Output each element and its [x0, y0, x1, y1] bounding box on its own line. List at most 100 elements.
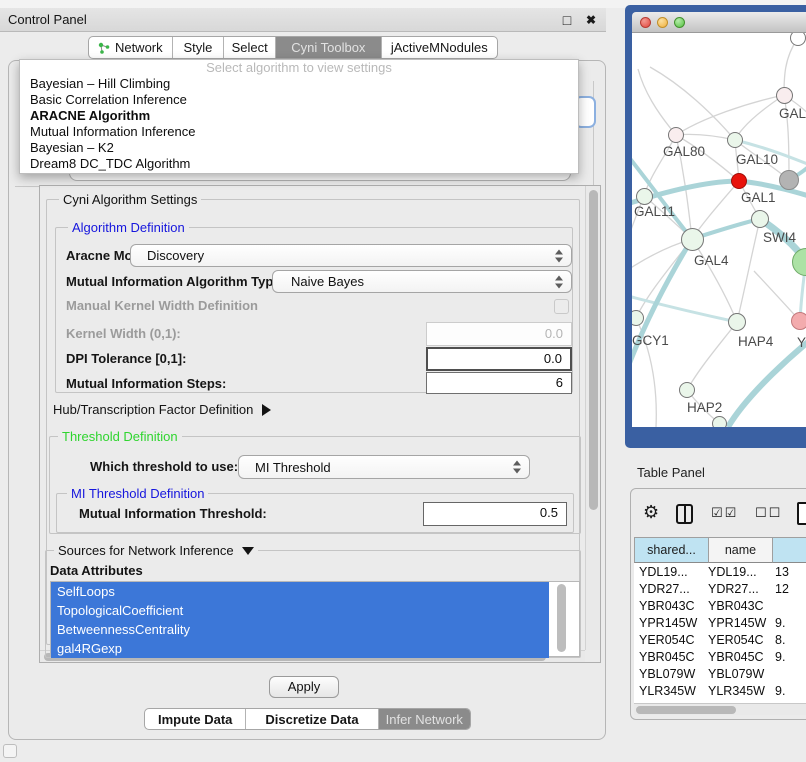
- table-cell[interactable]: YDR27...: [634, 582, 708, 596]
- list-item[interactable]: gal4RGexp: [51, 639, 549, 658]
- tab-style[interactable]: Style: [173, 37, 225, 58]
- table-row[interactable]: YLR345W YLR345W 9.: [634, 682, 806, 699]
- minimize-traffic-light-icon[interactable]: [657, 17, 668, 28]
- dpi-tolerance-field[interactable]: 0.0: [426, 347, 572, 371]
- network-node[interactable]: [679, 382, 695, 398]
- network-node[interactable]: [712, 416, 727, 427]
- table-cell[interactable]: YLR345W: [708, 684, 772, 698]
- column-header[interactable]: [773, 537, 806, 563]
- which-threshold-combobox[interactable]: MI Threshold: [238, 455, 530, 479]
- table-cell[interactable]: 9.: [772, 684, 785, 698]
- network-node[interactable]: [728, 313, 746, 331]
- table-cell[interactable]: YBL079W: [634, 667, 708, 681]
- table-row[interactable]: YDL19... YDL19... 13: [634, 563, 806, 580]
- column-header[interactable]: shared...: [634, 537, 709, 563]
- float-window-icon[interactable]: □: [559, 8, 575, 32]
- list-item[interactable]: TopologicalCoefficient: [51, 601, 549, 620]
- split-view-icon[interactable]: [676, 504, 693, 524]
- tab-network[interactable]: Network: [89, 37, 173, 58]
- table-cell[interactable]: 12: [772, 582, 789, 596]
- table-horizontal-scrollbar[interactable]: [634, 703, 806, 715]
- table-row[interactable]: YBR045C YBR045C 9.: [634, 648, 806, 665]
- vertical-scrollbar-thumb[interactable]: [589, 190, 598, 510]
- sources-title: Sources for Network Inference: [58, 543, 234, 558]
- network-canvas[interactable]: GAL GAL80 GAL10 GAL1 GAL11 SWI4 GAL4 GCY…: [632, 33, 806, 427]
- table-row[interactable]: YDR27... YDR27... 12: [634, 580, 806, 597]
- dropdown-item[interactable]: Dream8 DC_TDC Algorithm: [20, 156, 578, 172]
- deselect-all-checkboxes-icon[interactable]: ☐☐: [755, 506, 782, 521]
- table-horizontal-scrollbar-thumb[interactable]: [636, 706, 736, 714]
- table-cell[interactable]: YDL19...: [634, 565, 708, 579]
- close-window-icon[interactable]: ✖: [583, 8, 599, 32]
- tab-select[interactable]: Select: [224, 37, 276, 58]
- table-row[interactable]: YER054C YER054C 8.: [634, 631, 806, 648]
- table-cell[interactable]: 8.: [772, 633, 785, 647]
- network-node[interactable]: [636, 188, 653, 205]
- network-node[interactable]: [751, 210, 769, 228]
- expand-right-icon[interactable]: [262, 404, 271, 416]
- manual-kernel-width-checkbox[interactable]: [554, 299, 569, 314]
- list-item[interactable]: BetweennessCentrality: [51, 620, 549, 639]
- column-header[interactable]: name: [709, 537, 773, 563]
- table-cell[interactable]: 13: [772, 565, 789, 579]
- table-cell[interactable]: YPR145W: [708, 616, 772, 630]
- table-cell[interactable]: YER054C: [708, 633, 772, 647]
- combobox-value: MI Threshold: [255, 456, 331, 478]
- dropdown-item[interactable]: Bayesian – Hill Climbing: [20, 76, 578, 92]
- tab-discretize-data[interactable]: Discretize Data: [246, 709, 378, 729]
- list-scrollbar-thumb[interactable]: [557, 584, 566, 652]
- kernel-width-field[interactable]: 0.0: [426, 322, 572, 346]
- network-node[interactable]: [779, 170, 799, 190]
- table-row[interactable]: YBR043C YBR043C: [634, 597, 806, 614]
- network-node[interactable]: [727, 132, 743, 148]
- vertical-scrollbar[interactable]: [585, 186, 600, 650]
- table-cell[interactable]: YBR045C: [634, 650, 708, 664]
- network-node[interactable]: [791, 312, 806, 330]
- dropdown-item[interactable]: Bayesian – K2: [20, 140, 578, 156]
- table-row[interactable]: YPR145W YPR145W 9.: [634, 614, 806, 631]
- tab-impute-data[interactable]: Impute Data: [145, 709, 246, 729]
- document-icon[interactable]: [797, 502, 806, 525]
- network-window-titlebar[interactable]: [632, 12, 806, 33]
- dropdown-item[interactable]: Basic Correlation Inference: [20, 92, 578, 108]
- table-row[interactable]: YBL079W YBL079W: [634, 665, 806, 682]
- hub-definition-row[interactable]: Hub/Transcription Factor Definition: [53, 402, 271, 418]
- mi-steps-field[interactable]: 6: [426, 372, 572, 394]
- network-node[interactable]: [731, 173, 747, 189]
- table-cell[interactable]: YDL19...: [708, 565, 772, 579]
- mi-threshold-field[interactable]: 0.5: [423, 502, 567, 526]
- table-cell[interactable]: YBR043C: [634, 599, 708, 613]
- threshold-definition-group: Threshold Definition Which threshold to …: [49, 436, 581, 534]
- network-node[interactable]: [668, 127, 684, 143]
- dropdown-item[interactable]: Mutual Information Inference: [20, 124, 578, 140]
- table-cell[interactable]: YBR043C: [708, 599, 772, 613]
- aracne-mode-combobox[interactable]: Discovery: [130, 244, 572, 267]
- close-traffic-light-icon[interactable]: [640, 17, 651, 28]
- tab-cyni-toolbox[interactable]: Cyni Toolbox: [276, 37, 381, 58]
- network-view-window[interactable]: GAL GAL80 GAL10 GAL1 GAL11 SWI4 GAL4 GCY…: [625, 5, 806, 448]
- tab-jactivemnodules[interactable]: jActiveMNodules: [382, 37, 497, 58]
- table-cell[interactable]: 9.: [772, 650, 785, 664]
- table-cell[interactable]: YDR27...: [708, 582, 772, 596]
- table-cell[interactable]: YER054C: [634, 633, 708, 647]
- collapse-down-icon[interactable]: [242, 547, 254, 555]
- sources-title-row[interactable]: Sources for Network Inference: [54, 543, 258, 558]
- apply-button[interactable]: Apply: [269, 676, 339, 698]
- table-cell[interactable]: 9.: [772, 616, 785, 630]
- select-all-checkboxes-icon[interactable]: ☑☑: [711, 506, 738, 521]
- dropdown-item-selected[interactable]: ARACNE Algorithm: [20, 108, 578, 124]
- zoom-traffic-light-icon[interactable]: [674, 17, 685, 28]
- tab-infer-network[interactable]: Infer Network: [379, 709, 470, 729]
- network-node[interactable]: [681, 228, 704, 251]
- mi-algorithm-type-combobox[interactable]: Naive Bayes: [272, 270, 572, 293]
- minimized-panel-icon[interactable]: [3, 744, 17, 758]
- table-cell[interactable]: YBR045C: [708, 650, 772, 664]
- table-cell[interactable]: YLR345W: [634, 684, 708, 698]
- gear-icon[interactable]: ⚙: [643, 501, 659, 525]
- network-node[interactable]: [776, 87, 793, 104]
- data-attributes-list: SelfLoops TopologicalCoefficient Between…: [50, 581, 580, 657]
- list-item[interactable]: SelfLoops: [51, 582, 549, 601]
- table-cell[interactable]: YPR145W: [634, 616, 708, 630]
- table-cell[interactable]: YBL079W: [708, 667, 772, 681]
- tab-label: Impute Data: [158, 712, 232, 727]
